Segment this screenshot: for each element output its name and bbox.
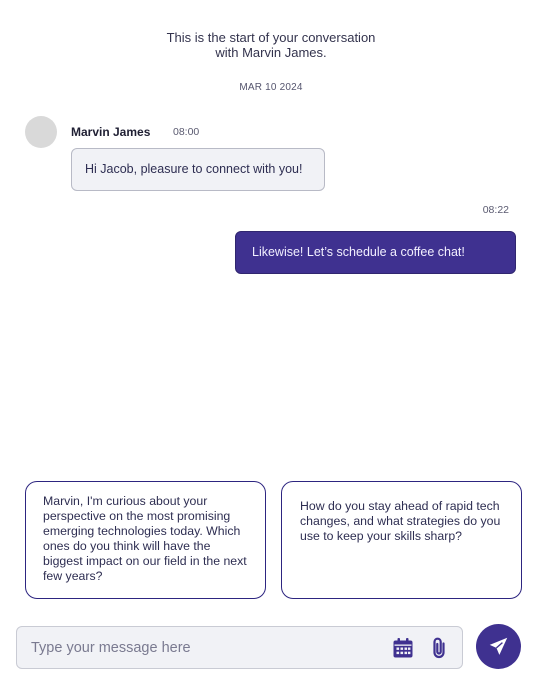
- suggested-reply[interactable]: How do you stay ahead of rapid tech chan…: [281, 481, 522, 599]
- intro-line-1: This is the start of your conversation: [166, 30, 376, 45]
- date-separator: MAR 10 2024: [239, 82, 303, 93]
- message-composer: [16, 626, 463, 669]
- sender-name: Marvin James: [71, 125, 151, 139]
- suggested-reply[interactable]: Marvin, I'm curious about your perspecti…: [25, 481, 266, 599]
- conversation-intro: This is the start of your conversation w…: [0, 30, 542, 60]
- message-timestamp: 08:00: [173, 126, 200, 138]
- send-icon: [489, 637, 508, 655]
- avatar: [25, 116, 57, 148]
- message-timestamp: 08:22: [482, 204, 509, 216]
- incoming-message: Hi Jacob, pleasure to connect with you!: [71, 148, 325, 191]
- outgoing-message: Likewise! Let’s schedule a coffee chat!: [235, 231, 516, 274]
- intro-line-2: with Marvin James.: [215, 45, 327, 60]
- paperclip-icon[interactable]: [427, 636, 451, 660]
- message-input[interactable]: [31, 627, 381, 668]
- send-button[interactable]: [476, 624, 521, 669]
- calendar-icon[interactable]: [391, 636, 415, 660]
